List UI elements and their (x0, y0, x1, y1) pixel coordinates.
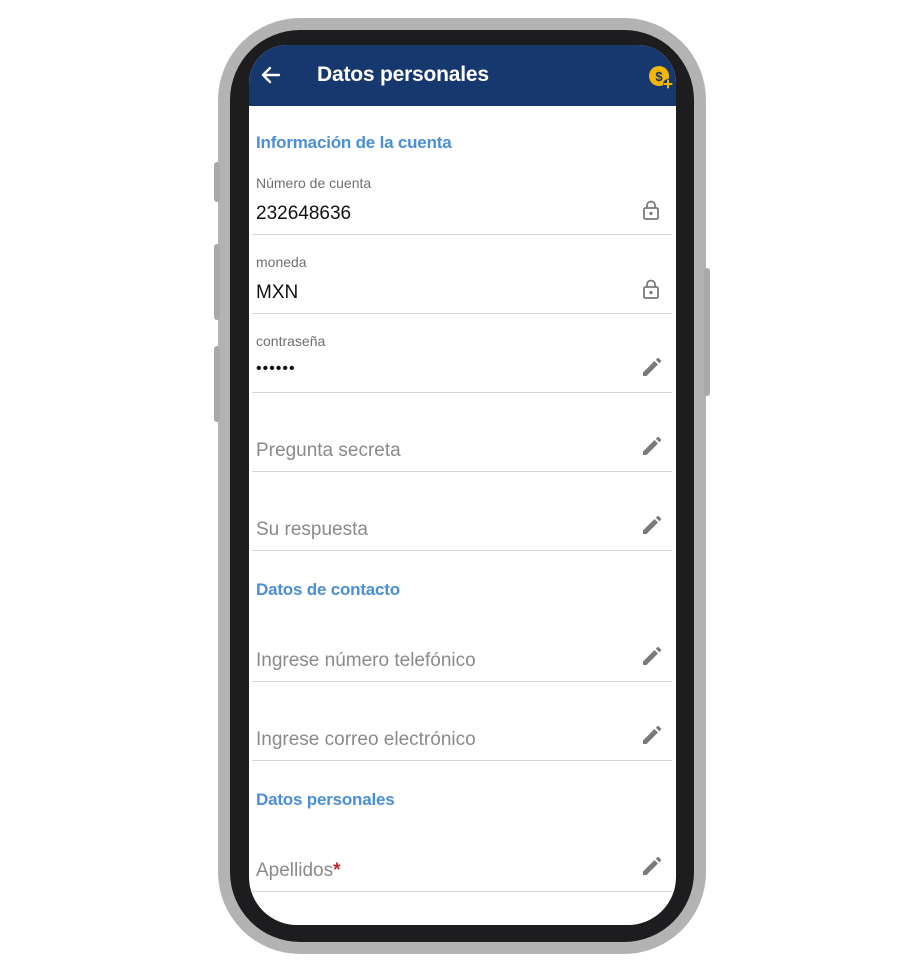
answer-placeholder: Su respuesta (256, 519, 368, 540)
section-title-personal: Datos personales (256, 790, 395, 809)
section-title-account: Información de la cuenta (256, 133, 452, 152)
section-title-contact: Datos de contacto (256, 580, 400, 599)
phone-power-button (704, 268, 710, 396)
pencil-icon[interactable] (640, 515, 662, 537)
divider (252, 891, 672, 892)
account-number-label: Número de cuenta (256, 175, 372, 191)
secret-question-field[interactable]: Pregunta secreta (252, 393, 672, 472)
phone-field[interactable]: Ingrese número telefónico (252, 603, 672, 682)
last-names-field[interactable]: Apellidos* (252, 813, 672, 892)
page-title: Datos personales (317, 63, 489, 86)
svg-text:$: $ (655, 69, 663, 84)
secret-question-placeholder: Pregunta secreta (256, 440, 401, 461)
pencil-icon[interactable] (640, 725, 662, 747)
pencil-icon[interactable] (640, 646, 662, 668)
account-number-field: Número de cuenta 232648636 (252, 156, 672, 235)
email-placeholder: Ingrese correo electrónico (256, 729, 476, 750)
arrow-left-icon[interactable] (257, 61, 285, 89)
app-screen: Datos personales $ Información de la cue… (249, 45, 676, 925)
password-field[interactable]: contraseña •••••• (252, 314, 672, 393)
currency-field: moneda MXN (252, 235, 672, 314)
divider (252, 760, 672, 761)
pencil-icon[interactable] (640, 856, 662, 878)
last-names-placeholder: Apellidos* (256, 860, 341, 882)
required-mark: * (333, 860, 341, 881)
coin-add-icon[interactable]: $ (648, 64, 674, 90)
email-field[interactable]: Ingrese correo electrónico (252, 682, 672, 761)
divider (252, 550, 672, 551)
last-names-label: Apellidos (256, 860, 334, 881)
phone-volume-down-button (214, 346, 220, 422)
pencil-icon[interactable] (640, 436, 662, 458)
phone-placeholder: Ingrese número telefónico (256, 650, 476, 671)
phone-mute-switch (214, 162, 220, 202)
phone-volume-up-button (214, 244, 220, 320)
currency-label: moneda (256, 254, 307, 270)
password-value: •••••• (256, 360, 296, 377)
app-bar: Datos personales $ (249, 45, 676, 106)
pencil-icon[interactable] (640, 357, 662, 379)
password-label: contraseña (256, 333, 326, 349)
account-number-value: 232648636 (256, 203, 352, 224)
lock-icon (643, 279, 659, 299)
answer-field[interactable]: Su respuesta (252, 472, 672, 551)
currency-value: MXN (256, 282, 299, 303)
lock-icon (643, 200, 659, 220)
